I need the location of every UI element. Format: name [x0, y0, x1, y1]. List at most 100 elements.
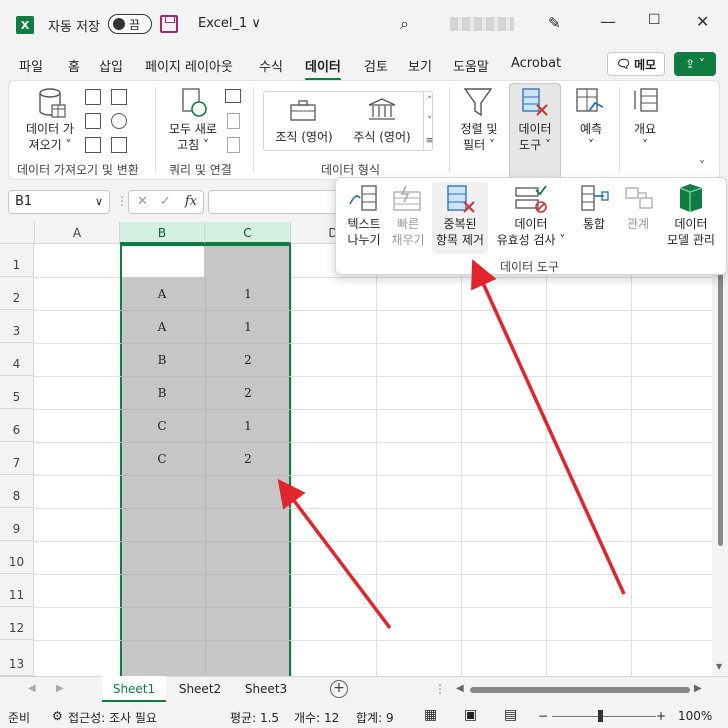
remove-duplicates-button[interactable]: 중복된 항목 제거 — [432, 216, 488, 248]
zoom-level[interactable]: 100% — [678, 709, 712, 723]
cell-b7[interactable]: C — [122, 452, 202, 466]
column-header-b[interactable]: B — [120, 222, 205, 244]
gallery-scroll-icon[interactable]: ˄ ˅ ≡ — [423, 91, 435, 151]
row-header[interactable]: 7 — [0, 442, 34, 475]
scroll-down-icon[interactable]: ▼ — [716, 662, 722, 671]
cell-c6[interactable]: 1 — [208, 419, 288, 433]
prev-sheet-icon[interactable]: ◀ — [28, 683, 36, 694]
refresh-all-button[interactable]: 모두 새로 고침 ˅ — [161, 121, 225, 153]
enter-icon[interactable]: ✓ — [160, 194, 171, 209]
column-header-a[interactable]: A — [35, 222, 120, 244]
consolidate-button[interactable]: 통합 — [574, 216, 614, 232]
cell-c2[interactable]: 1 — [208, 287, 288, 301]
minimize-icon[interactable]: — — [600, 12, 616, 31]
filename-dropdown[interactable]: Excel_1 ∨ — [198, 16, 261, 31]
existing-connections-icon[interactable] — [111, 113, 127, 129]
account-name-blurred[interactable] — [450, 17, 514, 31]
currencies-data-type-button[interactable]: 주식 (영어) — [349, 129, 415, 145]
tab-insert[interactable]: 삽입 — [99, 56, 123, 75]
data-validation-button[interactable]: 데이터 유효성 검사 ˅ — [490, 216, 572, 248]
tab-help[interactable]: 도움말 — [453, 56, 489, 75]
select-all-corner[interactable] — [0, 222, 35, 244]
cell-b3[interactable]: A — [122, 320, 202, 334]
from-table-icon[interactable] — [85, 137, 101, 153]
row-header[interactable]: 2 — [0, 277, 34, 310]
cell-b5[interactable]: B — [122, 386, 202, 400]
sheet-tab-sheet1[interactable]: Sheet1 — [102, 676, 166, 702]
row-header[interactable]: 11 — [0, 574, 34, 607]
formula-input[interactable] — [208, 190, 338, 214]
close-icon[interactable]: ✕ — [696, 12, 709, 31]
tab-view[interactable]: 보기 — [408, 56, 432, 75]
tab-acrobat[interactable]: Acrobat — [511, 56, 561, 71]
flash-fill-button[interactable]: 빠른 채우기 — [386, 216, 430, 248]
name-box[interactable]: B1 ∨ — [8, 190, 110, 214]
properties-icon[interactable] — [227, 113, 240, 129]
sort-filter-button[interactable]: 정렬 및 필터 ˅ — [453, 121, 505, 153]
pen-icon[interactable]: ✎ — [548, 14, 561, 32]
horizontal-scroll-thumb[interactable] — [470, 687, 690, 693]
zoom-out-icon[interactable]: − — [538, 709, 548, 723]
insert-function-icon[interactable]: fx — [185, 191, 197, 213]
tab-page-layout[interactable]: 페이지 레이아웃 — [145, 56, 233, 75]
text-to-columns-button[interactable]: 텍스트 나누기 — [340, 216, 388, 248]
row-header[interactable]: 5 — [0, 376, 34, 409]
vertical-scroll-thumb[interactable] — [718, 250, 723, 546]
chevron-down-icon[interactable]: ∨ — [95, 191, 103, 213]
relationships-button[interactable]: 관계 — [616, 216, 660, 232]
row-header[interactable]: 9 — [0, 508, 34, 541]
scroll-right-icon[interactable]: ▶ — [694, 683, 702, 694]
cell-c3[interactable]: 1 — [208, 320, 288, 334]
from-web-icon[interactable] — [85, 113, 101, 129]
cancel-icon[interactable]: ✕ — [137, 194, 148, 209]
active-cell-b1[interactable] — [120, 244, 204, 277]
cell-b2[interactable]: A — [122, 287, 202, 301]
page-layout-view-icon[interactable]: ▣ — [464, 707, 477, 723]
maximize-icon[interactable]: ☐ — [648, 12, 661, 28]
zoom-slider-track[interactable] — [552, 716, 656, 717]
sheet-tab-sheet3[interactable]: Sheet3 — [234, 676, 298, 702]
tab-review[interactable]: 검토 — [364, 56, 388, 75]
scroll-left-icon[interactable]: ◀ — [456, 683, 464, 694]
cell-c5[interactable]: 2 — [208, 386, 288, 400]
row-header[interactable]: 3 — [0, 310, 34, 343]
sheet-options-icon[interactable]: ⋮ — [434, 682, 446, 696]
normal-view-icon[interactable]: ▦ — [424, 707, 437, 723]
autosave-toggle[interactable]: 끔 — [108, 14, 152, 34]
vertical-scrollbar[interactable]: ▲ ▼ — [712, 222, 728, 676]
manage-data-model-button[interactable]: 데이터 모델 관리 — [662, 216, 720, 248]
from-picture-icon[interactable] — [111, 137, 127, 153]
row-header[interactable]: 10 — [0, 541, 34, 574]
cell-b4[interactable]: B — [122, 353, 202, 367]
edit-links-icon[interactable] — [227, 137, 240, 153]
row-header[interactable]: 13 — [0, 640, 34, 676]
column-header-c[interactable]: C — [205, 222, 291, 244]
zoom-in-icon[interactable]: + — [656, 709, 666, 723]
row-header[interactable]: 6 — [0, 409, 34, 442]
memo-button[interactable]: 🗨 메모 — [607, 52, 665, 76]
add-sheet-icon[interactable]: + — [330, 680, 348, 698]
forecast-button[interactable]: 예측 ˅ — [569, 121, 613, 153]
outline-button[interactable]: 개요 ˅ — [625, 121, 665, 153]
tab-file[interactable]: 파일 — [19, 56, 43, 75]
tab-data[interactable]: 데이터 — [305, 56, 341, 81]
cell-b6[interactable]: C — [122, 419, 202, 433]
tab-formulas[interactable]: 수식 — [259, 56, 283, 75]
page-break-view-icon[interactable]: ▤ — [504, 707, 517, 723]
row-header[interactable]: 1 — [0, 244, 34, 277]
search-icon[interactable]: ⌕ — [400, 14, 409, 34]
recent-sources-icon[interactable] — [111, 89, 127, 105]
accessibility-icon[interactable]: ⚙ — [52, 709, 63, 723]
share-button[interactable]: ⇪ ˅ — [674, 52, 716, 76]
queries-connections-icon[interactable] — [225, 89, 241, 103]
cell-c7[interactable]: 2 — [208, 452, 288, 466]
row-header[interactable]: 8 — [0, 475, 34, 508]
tab-home[interactable]: 홈 — [68, 56, 80, 75]
row-header[interactable]: 4 — [0, 343, 34, 376]
collapse-ribbon-icon[interactable]: ˅ — [699, 159, 705, 173]
cell-c4[interactable]: 2 — [208, 353, 288, 367]
save-icon[interactable] — [160, 15, 178, 33]
from-text-icon[interactable] — [85, 89, 101, 105]
get-data-button[interactable]: 데이터 가 져오기 ˅ — [23, 121, 77, 153]
stocks-data-type-button[interactable]: 조직 (영어) — [271, 129, 337, 145]
